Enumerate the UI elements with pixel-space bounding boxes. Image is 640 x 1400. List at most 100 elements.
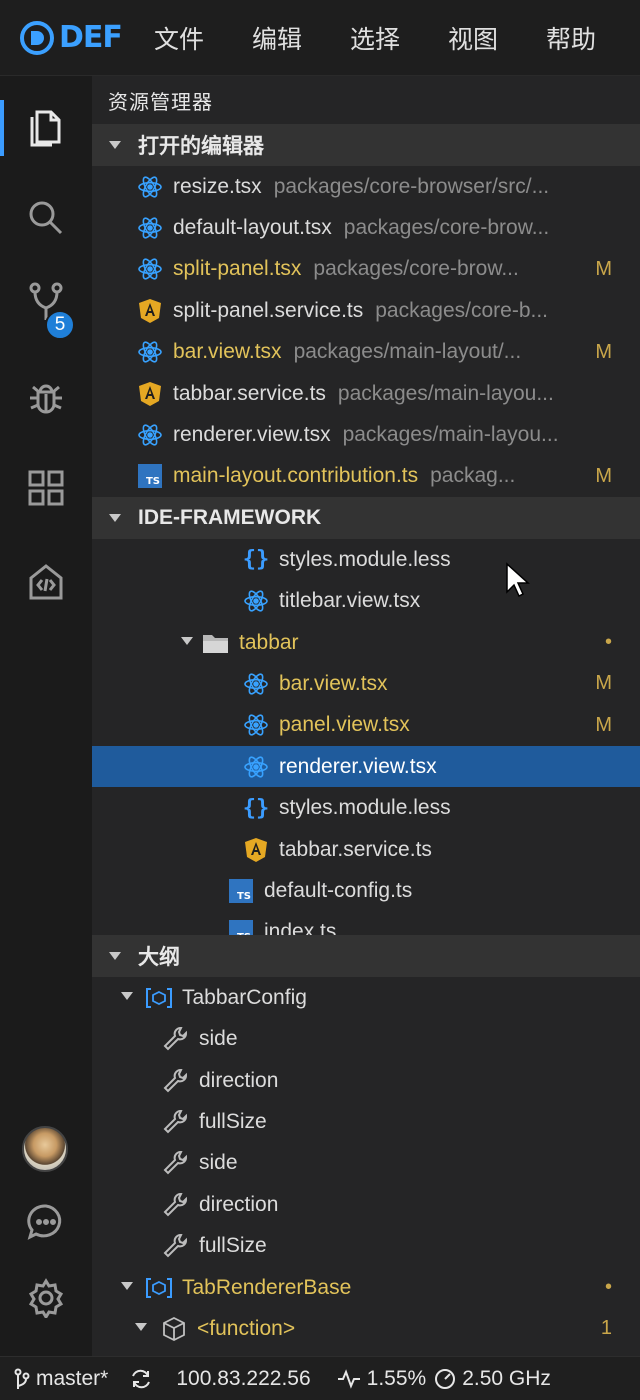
workspace-header[interactable]: IDE-FRAMEWORK: [92, 497, 640, 540]
explorer-title-bar: 资源管理器: [92, 76, 640, 124]
open-editors-header[interactable]: 打开的编辑器: [92, 124, 640, 166]
tree-toggle[interactable]: [120, 1281, 134, 1295]
search-activity[interactable]: [0, 182, 92, 254]
menu-select[interactable]: 选择: [333, 20, 417, 56]
file-tree-item[interactable]: {} styles.module.less: [92, 787, 640, 828]
braces-icon: {}: [242, 547, 270, 573]
chevron-down-icon: [135, 1323, 147, 1332]
item-path: packages/core-b...: [375, 298, 549, 322]
file-tree-item[interactable]: renderer.view.tsx: [92, 746, 640, 788]
file-tree-item[interactable]: tabbar.service.ts: [92, 829, 640, 870]
menu-edit[interactable]: 编辑: [235, 20, 319, 56]
open-editor-item[interactable]: tabbar.service.ts packages/main-layou...: [92, 373, 640, 414]
tree-toggle[interactable]: [134, 1322, 148, 1336]
item-name: panel.view.tsx: [279, 713, 410, 737]
pulse-icon: [337, 1368, 360, 1389]
tree-toggle[interactable]: [180, 636, 194, 650]
typescript-icon: TS: [227, 877, 255, 905]
mouse-pointer-icon: [506, 562, 530, 598]
explorer-activity[interactable]: [0, 92, 92, 164]
item-path: packages/core-brow...: [313, 257, 519, 281]
menu-help[interactable]: 帮助: [529, 20, 613, 56]
branch-status[interactable]: master*: [14, 1367, 108, 1391]
file-tree-item[interactable]: panel.view.tsx M: [92, 705, 640, 746]
chevron-down-icon: [181, 636, 193, 645]
git-status-badge: M: [595, 340, 612, 363]
item-path: packages/main-layout/...: [293, 340, 522, 364]
item-name: split-panel.tsx: [173, 257, 302, 281]
item-path: packages/main-layou...: [342, 423, 559, 447]
open-editor-item[interactable]: TS main-layout.contribution.ts packag... M: [92, 456, 640, 497]
sync-status[interactable]: [130, 1368, 158, 1390]
item-name: direction: [199, 1192, 279, 1216]
status-bar: master* 100.83.222.56 1.55% 2.50 GHz: [0, 1356, 640, 1400]
item-name: direction: [199, 1068, 279, 1092]
file-tree-item[interactable]: TS default-config.ts: [92, 870, 640, 911]
open-editor-item[interactable]: split-panel.service.ts packages/core-b...: [92, 290, 640, 331]
chat-activity[interactable]: [0, 1186, 92, 1258]
outline-item[interactable]: fullSize: [92, 1101, 640, 1142]
open-editor-item[interactable]: resize.tsx packages/core-browser/src/...: [92, 166, 640, 207]
explorer-title: 资源管理器: [108, 91, 213, 114]
angular-icon: [136, 380, 164, 408]
outline-item[interactable]: side: [92, 1143, 640, 1184]
file-tree-item[interactable]: tabbar •: [92, 622, 640, 663]
item-name: titlebar.view.tsx: [279, 589, 421, 613]
file-tree-item[interactable]: TS index.ts: [92, 912, 640, 936]
folder-icon: [202, 629, 230, 657]
wrench-icon: [162, 1025, 190, 1053]
file-tree-item[interactable]: titlebar.view.tsx: [92, 581, 640, 622]
outline-item[interactable]: TabRendererBase •: [92, 1267, 640, 1308]
item-name: bar.view.tsx: [173, 340, 282, 364]
outline-item[interactable]: side: [92, 1019, 640, 1060]
open-editor-item[interactable]: renderer.view.tsx packages/main-layou...: [92, 414, 640, 455]
outline-item[interactable]: fullSize: [92, 1225, 640, 1266]
outline-header[interactable]: 大纲: [92, 935, 640, 978]
outline-item[interactable]: TabbarConfig: [92, 977, 640, 1018]
item-name: side: [199, 1151, 238, 1175]
open-editor-item[interactable]: split-panel.tsx packages/core-brow... M: [92, 249, 640, 290]
debug-activity[interactable]: [0, 362, 92, 434]
tree-toggle[interactable]: [120, 991, 134, 1005]
item-name: default-config.ts: [264, 878, 413, 902]
item-path: packages/main-layou...: [337, 381, 554, 405]
open-editor-item[interactable]: default-layout.tsx packages/core-brow...: [92, 207, 640, 248]
menu-file[interactable]: 文件: [137, 20, 221, 56]
user-avatar[interactable]: [22, 1126, 68, 1172]
source-control-activity[interactable]: 5: [0, 268, 92, 340]
item-name: main-layout.contribution.ts: [173, 464, 419, 488]
outline-tree: TabbarConfig side direction fullSize side dir…: [92, 977, 640, 1350]
extensions-activity[interactable]: [0, 452, 92, 524]
remote-activity[interactable]: [0, 546, 92, 618]
logo-text: DEF: [59, 20, 123, 55]
react-icon: [136, 338, 164, 366]
item-path: packages/core-brow...: [343, 216, 550, 240]
menu-view[interactable]: 视图: [431, 20, 515, 56]
activity-bar: 5: [0, 76, 92, 1356]
cube-icon: [160, 1315, 188, 1343]
react-icon: [136, 214, 164, 242]
logo-icon: [20, 20, 54, 55]
chevron-down-icon: [121, 992, 133, 1001]
git-status-badge: M: [595, 713, 612, 736]
branch-name: master*: [36, 1366, 109, 1390]
item-name: fullSize: [199, 1109, 267, 1133]
item-path: packag...: [430, 464, 516, 488]
react-icon: [136, 421, 164, 449]
file-tree-item[interactable]: bar.view.tsx M: [92, 663, 640, 704]
outline-item[interactable]: <function> 1: [92, 1308, 640, 1349]
react-icon: [242, 587, 270, 615]
item-name: fullSize: [199, 1234, 267, 1258]
settings-activity[interactable]: [0, 1262, 92, 1334]
ip-address: 100.83.222.56: [176, 1366, 311, 1390]
outline-item[interactable]: direction: [92, 1184, 640, 1225]
git-status-badge: •: [604, 1276, 612, 1299]
open-editor-item[interactable]: bar.view.tsx packages/main-layout/... M: [92, 332, 640, 373]
item-name: renderer.view.tsx: [173, 423, 331, 447]
item-name: renderer.view.tsx: [279, 754, 437, 778]
code-house-icon: [29, 564, 63, 600]
gauge-icon: [435, 1368, 456, 1389]
outline-item[interactable]: direction: [92, 1060, 640, 1101]
item-name: TabRendererBase: [182, 1275, 352, 1299]
file-tree-item[interactable]: {} styles.module.less: [92, 539, 640, 580]
